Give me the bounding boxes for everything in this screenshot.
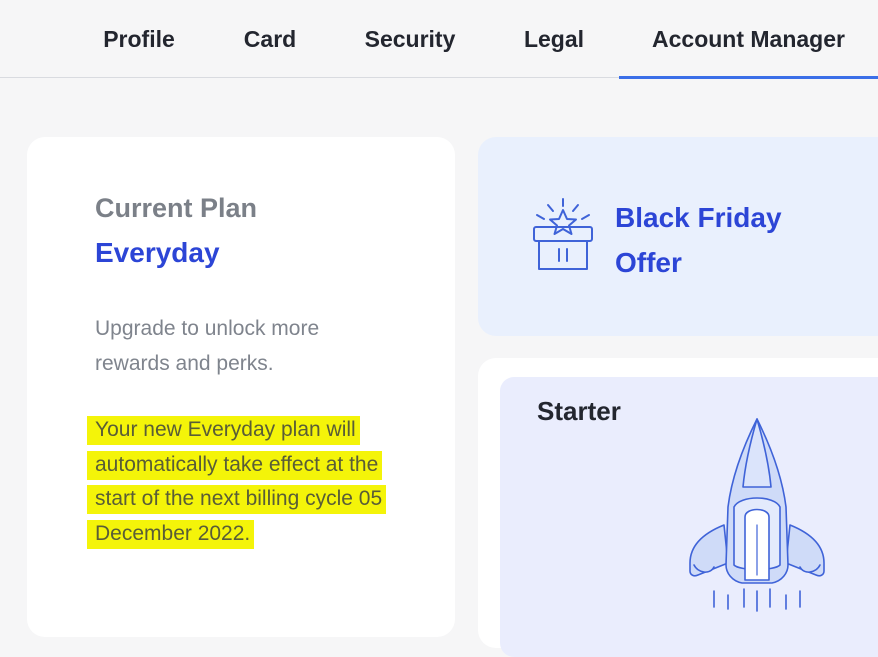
tab-profile[interactable]: Profile [95,0,183,78]
offer-title: Black Friday Offer [615,195,825,285]
black-friday-offer-card[interactable]: Black Friday Offer [478,137,878,336]
current-plan-card: Current Plan Everyday Upgrade to unlock … [27,137,455,637]
tab-account-manager[interactable]: Account Manager [619,0,878,79]
rocket-icon [689,418,825,612]
starter-plan-panel: Starter [500,377,878,657]
offer-title-line1: Black Friday [615,202,782,233]
current-plan-heading: Current Plan [95,193,258,223]
tab-card[interactable]: Card [233,0,307,78]
tab-bar: Profile Card Security Legal Account Mana… [0,0,878,79]
current-plan-name: Everyday [95,237,220,268]
upgrade-message: Upgrade to unlock more rewards and perks… [95,317,320,375]
starter-plan-title: Starter [537,396,621,426]
offer-title-line2: Offer [615,247,682,278]
starter-plan-card[interactable]: Starter [478,358,878,657]
plan-change-note: Your new Everyday plan will automaticall… [87,413,397,551]
tab-legal[interactable]: Legal [516,0,592,78]
plan-change-note-text: Your new Everyday plan will automaticall… [87,416,387,549]
tab-security[interactable]: Security [356,0,464,78]
gift-icon [533,198,593,270]
